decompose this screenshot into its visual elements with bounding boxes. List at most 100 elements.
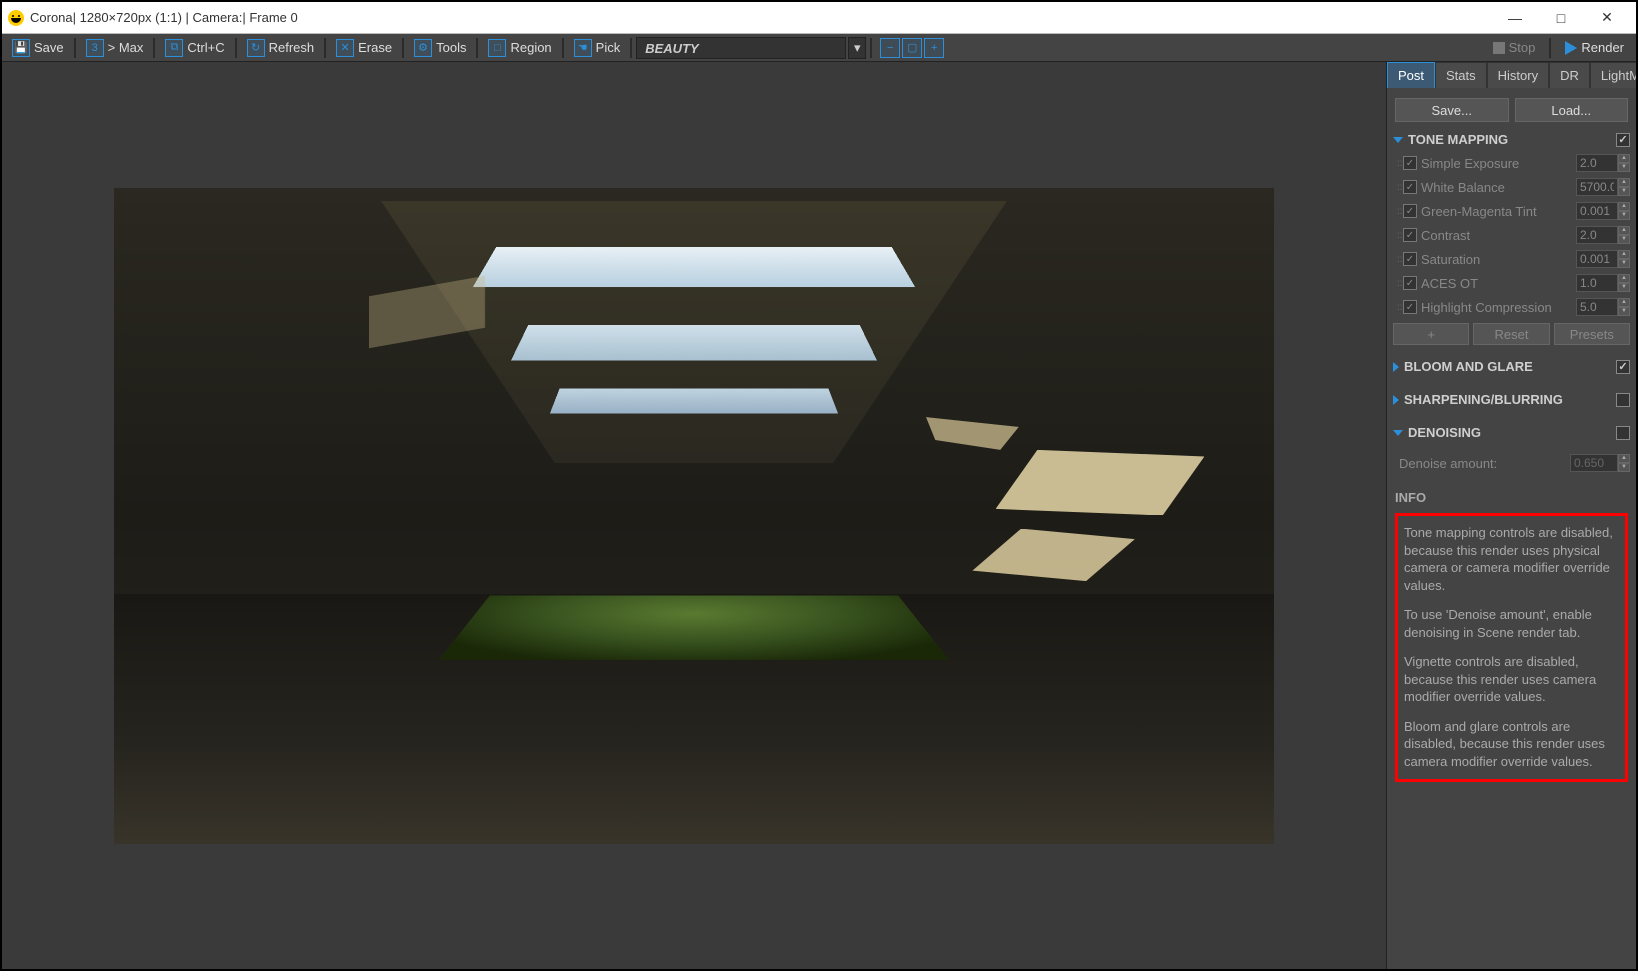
refresh-button[interactable]: ↻Refresh [241,37,321,59]
spinner-up[interactable]: ▲ [1618,178,1630,187]
presets-button[interactable]: Presets [1554,323,1630,345]
to-max-button[interactable]: 3 > Max [80,37,150,59]
section-tone-mapping[interactable]: TONE MAPPING ✓ [1387,128,1636,151]
param-label: Highlight Compression [1421,300,1576,315]
render-pass-dropdown-icon[interactable]: ▾ [848,37,866,59]
spinner-up[interactable]: ▲ [1618,202,1630,211]
param-green-magenta: :: ✓ Green-Magenta Tint ▲▼ [1387,199,1636,223]
spinner-down[interactable]: ▼ [1618,163,1630,172]
info-text: Bloom and glare controls are disabled, b… [1404,718,1619,771]
spinner-up[interactable]: ▲ [1618,298,1630,307]
enable-checkbox[interactable]: ✓ [1403,204,1417,218]
pick-button[interactable]: ☚Pick [568,37,627,59]
enable-checkbox[interactable]: ✓ [1403,300,1417,314]
tools-button[interactable]: ⚙Tools [408,37,472,59]
zoom-in-button[interactable]: + [924,38,944,58]
param-highlight-compression: :: ✓ Highlight Compression ▲▼ [1387,295,1636,319]
spinner-down[interactable]: ▼ [1618,283,1630,292]
denoise-enable-checkbox[interactable] [1616,426,1630,440]
region-button[interactable]: □ Region [482,37,557,59]
spinner-down[interactable]: ▼ [1618,307,1630,316]
section-denoising[interactable]: DENOISING [1387,421,1636,444]
green-magenta-input[interactable] [1576,202,1618,220]
stop-icon [1493,42,1505,54]
spinner-up[interactable]: ▲ [1618,250,1630,259]
render-pass-select[interactable]: BEAUTY [636,37,846,59]
sharpen-enable-checkbox[interactable] [1616,393,1630,407]
enable-checkbox[interactable]: ✓ [1403,252,1417,266]
info-box: Tone mapping controls are disabled, beca… [1395,513,1628,782]
tab-stats[interactable]: Stats [1435,62,1487,88]
spinner-down[interactable]: ▼ [1618,211,1630,220]
enable-checkbox[interactable]: ✓ [1403,156,1417,170]
zoom-controls: − ▢ + [880,38,944,58]
denoise-amount-label: Denoise amount: [1399,456,1570,471]
play-icon [1565,41,1577,55]
region-icon: □ [488,39,506,57]
zoom-out-button[interactable]: − [880,38,900,58]
denoise-amount-row: Denoise amount: ▲▼ [1387,444,1636,482]
spinner-up[interactable]: ▲ [1618,274,1630,283]
save-settings-button[interactable]: Save... [1395,98,1509,122]
corona-vfb-window: Corona| 1280×720px (1:1) | Camera:| Fram… [0,0,1638,971]
chevron-right-icon [1393,362,1399,372]
param-label: Green-Magenta Tint [1421,204,1576,219]
minimize-button[interactable]: — [1492,2,1538,34]
param-aces-ot: :: ✓ ACES OT ▲▼ [1387,271,1636,295]
zoom-fit-button[interactable]: ▢ [902,38,922,58]
param-label: Saturation [1421,252,1576,267]
close-button[interactable]: ✕ [1584,2,1630,34]
render-button[interactable]: Render [1557,40,1632,55]
spinner-down[interactable]: ▼ [1618,259,1630,268]
save-button[interactable]: 💾Save [6,37,70,59]
region-label: Region [510,40,551,55]
bloom-glare-title: BLOOM AND GLARE [1404,359,1533,374]
chevron-right-icon [1393,395,1399,405]
enable-checkbox[interactable]: ✓ [1403,276,1417,290]
copy-icon: ⧉ [165,39,183,57]
highlight-input[interactable] [1576,298,1618,316]
render-label: Render [1581,40,1624,55]
tab-lightmix[interactable]: LightMix [1590,62,1636,88]
spinner-up[interactable]: ▲ [1618,226,1630,235]
section-sharpening[interactable]: SHARPENING/BLURRING [1387,388,1636,411]
spinner-up[interactable]: ▲ [1618,154,1630,163]
section-bloom-glare[interactable]: BLOOM AND GLARE ✓ [1387,355,1636,378]
spinner-down[interactable]: ▼ [1618,187,1630,196]
reset-button[interactable]: Reset [1473,323,1549,345]
refresh-icon: ↻ [247,39,265,57]
param-label: ACES OT [1421,276,1576,291]
param-label: Contrast [1421,228,1576,243]
saturation-input[interactable] [1576,250,1618,268]
tone-mapping-enable-checkbox[interactable]: ✓ [1616,133,1630,147]
denoise-amount-input [1570,454,1618,472]
erase-button[interactable]: ✕Erase [330,37,398,59]
param-contrast: :: ✓ Contrast ▲▼ [1387,223,1636,247]
render-viewport[interactable] [2,62,1386,969]
aces-ot-input[interactable] [1576,274,1618,292]
param-saturation: :: ✓ Saturation ▲▼ [1387,247,1636,271]
main-toolbar: 💾Save 3 > Max ⧉Ctrl+C ↻Refresh ✕Erase ⚙To… [2,34,1636,62]
tab-history[interactable]: History [1487,62,1549,88]
contrast-input[interactable] [1576,226,1618,244]
add-operator-button[interactable]: + [1393,323,1469,345]
maximize-button[interactable]: □ [1538,2,1584,34]
white-balance-input[interactable] [1576,178,1618,196]
enable-checkbox[interactable]: ✓ [1403,180,1417,194]
max-icon: 3 [86,39,104,57]
copy-button[interactable]: ⧉Ctrl+C [159,37,230,59]
stop-button[interactable]: Stop [1485,40,1544,55]
tab-dr[interactable]: DR [1549,62,1590,88]
exposure-input[interactable] [1576,154,1618,172]
spinner-down[interactable]: ▼ [1618,235,1630,244]
render-image [114,188,1274,844]
max-label: > Max [108,40,144,55]
load-settings-button[interactable]: Load... [1515,98,1629,122]
tab-post[interactable]: Post [1387,62,1435,88]
chevron-down-icon [1393,137,1403,143]
enable-checkbox[interactable]: ✓ [1403,228,1417,242]
bloom-enable-checkbox[interactable]: ✓ [1616,360,1630,374]
param-simple-exposure: :: ✓ Simple Exposure ▲▼ [1387,151,1636,175]
erase-label: Erase [358,40,392,55]
param-label: White Balance [1421,180,1576,195]
